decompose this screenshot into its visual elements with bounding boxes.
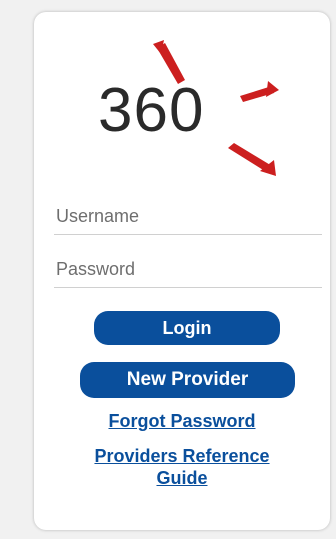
- login-card: 360 Login New Provider Forgot Password P…: [34, 12, 330, 530]
- logo-text: 360: [98, 76, 205, 145]
- password-input[interactable]: [54, 252, 322, 288]
- reference-guide-line2: Guide: [156, 468, 208, 488]
- providers-reference-guide-link[interactable]: Providers Reference Guide: [34, 445, 330, 489]
- username-input[interactable]: [54, 199, 322, 235]
- logo-360: 360: [94, 40, 284, 180]
- reference-guide-line1: Providers Reference: [94, 446, 270, 466]
- forgot-password-link[interactable]: Forgot Password: [34, 410, 330, 432]
- new-provider-button[interactable]: New Provider: [80, 362, 295, 398]
- login-button[interactable]: Login: [94, 311, 280, 345]
